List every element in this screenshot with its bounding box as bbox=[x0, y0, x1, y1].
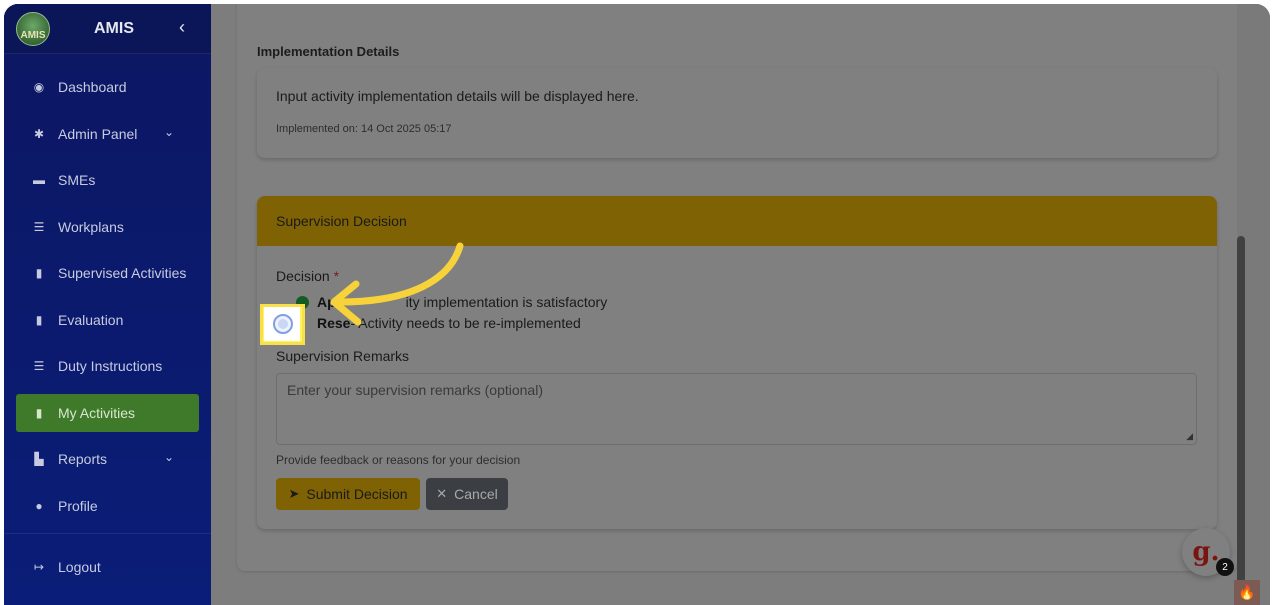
clipboard-icon: ▮ bbox=[35, 405, 43, 420]
sidebar-item-admin-panel[interactable]: ✱ Admin Panel ⌄ bbox=[16, 115, 199, 153]
sidebar-item-my-activities[interactable]: ▮ My Activities bbox=[16, 393, 199, 432]
implementation-section-title: Implementation Details bbox=[257, 44, 400, 59]
chart-bar-icon: ▙ bbox=[34, 452, 44, 466]
remarks-placeholder: Enter your supervision remarks (optional… bbox=[287, 382, 543, 398]
sidebar-divider bbox=[4, 533, 211, 534]
sidebar-item-evaluation[interactable]: ▮ Evaluation bbox=[16, 301, 199, 339]
sign-out-icon: ↦ bbox=[33, 560, 45, 574]
user-icon: ● bbox=[35, 498, 43, 513]
sidebar-item-label: Supervised Activities bbox=[58, 265, 187, 281]
chevron-down-icon: ⌄ bbox=[164, 124, 175, 139]
sidebar: AMIS AMIS ‹ ◉ Dashboard ✱ Admin Panel ⌄ … bbox=[4, 4, 211, 605]
widget-letter: g. bbox=[1192, 537, 1220, 567]
sidebar-item-reports[interactable]: ▙ Reports ⌄ bbox=[16, 440, 199, 478]
cancel-label: Cancel bbox=[454, 486, 498, 502]
chevron-down-icon: ⌄ bbox=[164, 450, 175, 464]
amis-logo: AMIS bbox=[16, 11, 50, 46]
submit-decision-button[interactable]: ➤ Submit Decision bbox=[276, 478, 420, 510]
cancel-button[interactable]: ✕ Cancel bbox=[426, 478, 508, 510]
close-icon: ✕ bbox=[436, 486, 448, 501]
sidebar-item-smes[interactable]: ▬ SMEs bbox=[16, 161, 199, 199]
brand-bar: AMIS AMIS ‹ bbox=[4, 4, 211, 54]
guide-arrow-icon bbox=[330, 242, 464, 326]
flame-icon[interactable]: 🔥 bbox=[1234, 580, 1260, 605]
implementation-description: Input activity implementation details wi… bbox=[276, 88, 639, 104]
submit-decision-label: Submit Decision bbox=[306, 486, 408, 502]
remarks-label: Supervision Remarks bbox=[276, 348, 410, 364]
palette-icon: ◉ bbox=[33, 80, 45, 94]
sidebar-item-duty-instructions[interactable]: ☰ Duty Instructions bbox=[16, 347, 199, 385]
sidebar-item-label: Reports bbox=[58, 451, 108, 467]
clipboard-check-icon: ▮ bbox=[35, 312, 43, 327]
gear-icon: ✱ bbox=[33, 126, 45, 141]
remarks-help-text: Provide feedback or reasons for your dec… bbox=[276, 453, 521, 467]
sidebar-item-label: Duty Instructions bbox=[58, 358, 163, 374]
app-window: AMIS AMIS ‹ ◉ Dashboard ✱ Admin Panel ⌄ … bbox=[4, 4, 1270, 605]
paper-plane-icon: ➤ bbox=[288, 486, 300, 501]
sidebar-item-dashboard[interactable]: ◉ Dashboard bbox=[16, 68, 199, 106]
reset-radio[interactable] bbox=[273, 314, 293, 334]
sidebar-item-label: Dashboard bbox=[58, 79, 127, 95]
implementation-card: Input activity implementation details wi… bbox=[257, 68, 1217, 158]
list-check-icon: ☰ bbox=[33, 219, 45, 234]
clipboard-icon: ▮ bbox=[35, 266, 43, 280]
notification-badge: 2 bbox=[1216, 558, 1234, 576]
sidebar-item-profile[interactable]: ● Profile bbox=[16, 487, 199, 525]
sidebar-nav: ◉ Dashboard ✱ Admin Panel ⌄ ▬ SMEs ☰ Wor… bbox=[4, 54, 211, 586]
implemented-on-text: Implemented on: 14 Oct 2025 05:17 bbox=[276, 123, 452, 135]
sidebar-item-label: SMEs bbox=[58, 172, 96, 188]
sidebar-item-label: Workplans bbox=[58, 218, 124, 235]
store-icon: ▬ bbox=[33, 173, 45, 187]
sidebar-item-label: Admin Panel bbox=[58, 125, 138, 142]
scrollbar-thumb[interactable] bbox=[1237, 236, 1245, 605]
resize-handle-icon[interactable]: ◢ bbox=[1186, 431, 1193, 442]
sidebar-item-label: Logout bbox=[58, 559, 101, 575]
sidebar-item-workplans[interactable]: ☰ Workplans bbox=[16, 208, 199, 246]
sidebar-item-label: Evaluation bbox=[58, 311, 124, 328]
remarks-textarea[interactable]: Enter your supervision remarks (optional… bbox=[276, 373, 1197, 445]
sidebar-item-label: My Activities bbox=[58, 404, 136, 421]
brand-name: AMIS bbox=[94, 19, 134, 37]
sidebar-item-label: Profile bbox=[58, 497, 98, 514]
sidebar-item-supervised-activities[interactable]: ▮ Supervised Activities bbox=[16, 254, 199, 292]
chevron-left-icon[interactable]: ‹ bbox=[179, 17, 185, 38]
list-check-icon: ☰ bbox=[33, 359, 45, 373]
supervision-header: Supervision Decision bbox=[257, 196, 1217, 246]
sidebar-item-logout[interactable]: ↦ Logout bbox=[16, 548, 199, 586]
